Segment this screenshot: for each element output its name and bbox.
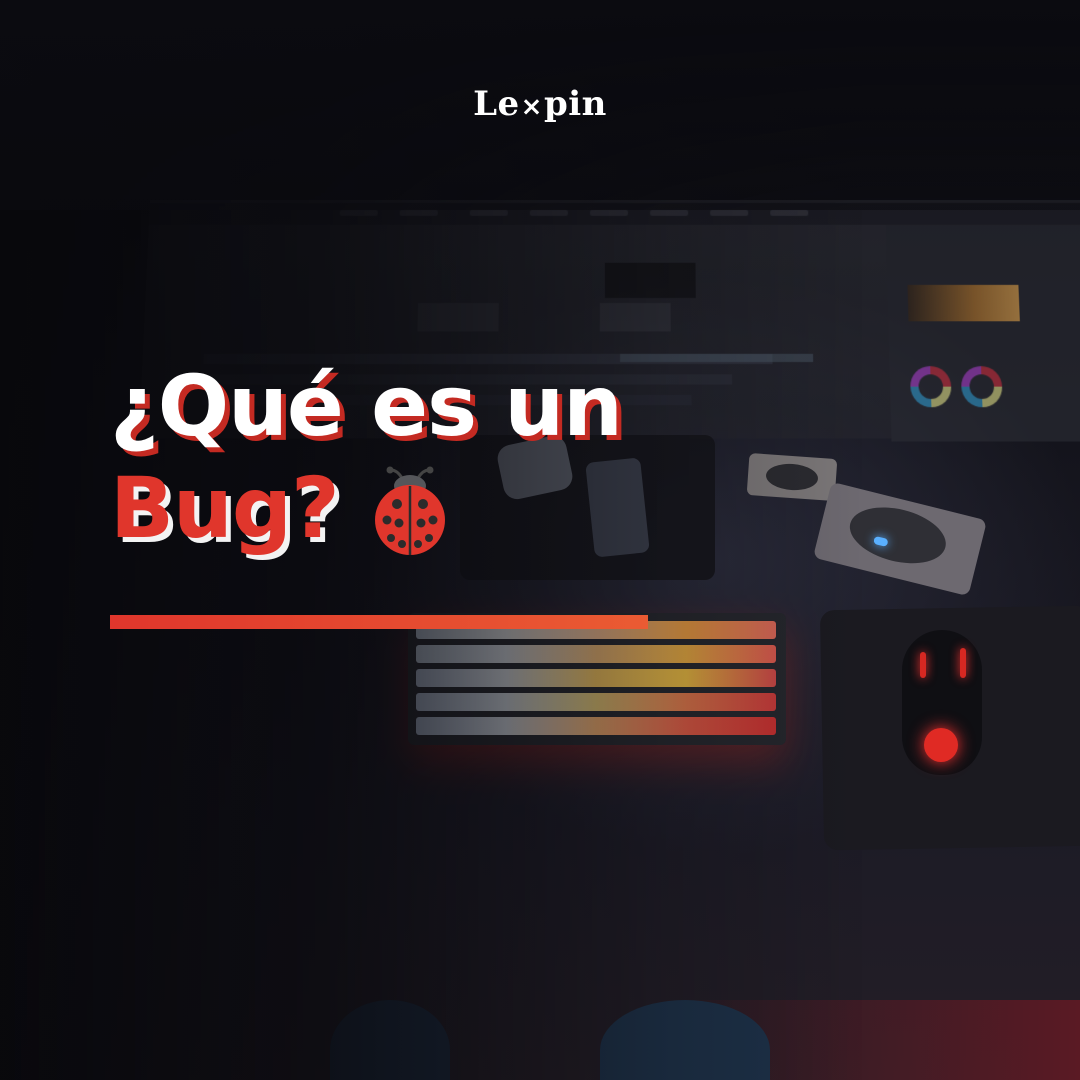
headline-line-1: ¿Qué es un xyxy=(110,357,623,455)
brand-text-left: Le xyxy=(473,84,520,124)
post-canvas: Le×pin ¿Qué es un Bug? xyxy=(0,0,1080,1080)
accent-underline xyxy=(110,615,648,629)
x-mark-icon: × xyxy=(520,92,543,122)
headline: ¿Qué es un Bug? xyxy=(110,355,623,559)
headline-line-2: Bug? xyxy=(110,459,340,557)
brand-text-right: pin xyxy=(543,84,607,124)
ladybug-icon xyxy=(374,466,445,555)
headline-line-2-row: Bug? xyxy=(110,457,622,559)
brand-logo: Le×pin xyxy=(0,84,1080,124)
